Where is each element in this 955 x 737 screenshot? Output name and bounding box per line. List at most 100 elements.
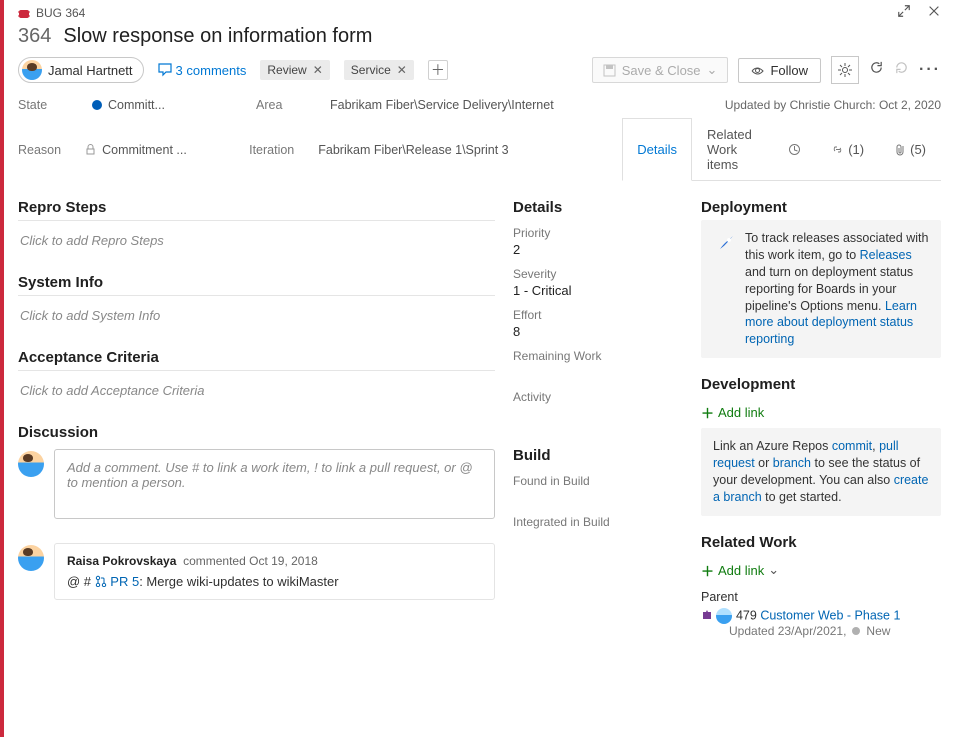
work-item-id: 364 [18, 25, 51, 48]
iteration-field[interactable]: Fabrikam Fiber\Release 1\Sprint 3 [318, 143, 598, 157]
iteration-label: Iteration [249, 143, 294, 157]
bug-icon [18, 7, 30, 19]
state-field[interactable]: Committ... [92, 98, 232, 112]
toolbar: Jamal Hartnett 3 comments Review✕ Servic… [4, 52, 955, 92]
related-add-link[interactable]: ＋Add link ⌄ [701, 561, 779, 580]
parent-link[interactable]: Customer Web - Phase 1 [760, 608, 900, 622]
found-in-build-label: Found in Build [513, 474, 683, 488]
tab-history[interactable] [773, 118, 816, 180]
column-details: Details Priority 2 Severity 1 - Critical… [513, 199, 683, 737]
details-heading: Details [513, 199, 683, 216]
acceptance-criteria-input[interactable]: Click to add Acceptance Criteria [18, 375, 495, 406]
deployment-info: To track releases associated with this w… [701, 220, 941, 358]
remaining-work-label: Remaining Work [513, 349, 683, 363]
commit-link[interactable]: commit [832, 439, 872, 453]
severity-label: Severity [513, 267, 683, 281]
effort-field[interactable]: 8 [513, 324, 683, 339]
integrated-in-build-label: Integrated in Build [513, 515, 683, 529]
comments-link[interactable]: 3 comments [158, 63, 247, 78]
comment-body: @ # PR 5: Merge wiki-updates to wikiMast… [67, 574, 482, 589]
assignee-picker[interactable]: Jamal Hartnett [18, 57, 144, 83]
dev-add-link[interactable]: ＋Add link [701, 403, 764, 422]
activity-label: Activity [513, 390, 683, 404]
gear-icon [838, 63, 852, 77]
reason-row: Reason Commitment ... Iteration Fabrikam… [4, 116, 955, 185]
system-info-input[interactable]: Click to add System Info [18, 300, 495, 331]
column-right: Deployment To track releases associated … [701, 199, 941, 737]
reason-field[interactable]: Commitment ... [85, 143, 225, 157]
rocket-icon [711, 234, 735, 258]
comment-card: Raisa Pokrovskaya commented Oct 19, 2018… [54, 543, 495, 600]
avatar [716, 608, 732, 624]
follow-button[interactable]: Follow [738, 58, 821, 83]
discussion-heading: Discussion [18, 424, 495, 441]
title-row: 364 Slow response on information form [4, 21, 955, 52]
repro-steps-input[interactable]: Click to add Repro Steps [18, 225, 495, 256]
tag-remove-icon[interactable]: ✕ [313, 63, 323, 77]
state-label: State [18, 98, 68, 112]
priority-field[interactable]: 2 [513, 242, 683, 257]
state-dot-icon [92, 100, 102, 110]
comment-author: Raisa Pokrovskaya [67, 554, 176, 568]
content-columns: Repro Steps Click to add Repro Steps Sys… [4, 185, 955, 737]
tag-remove-icon[interactable]: ✕ [397, 63, 407, 77]
state-row: State Committ... Area Fabrikam Fiber\Ser… [4, 92, 955, 116]
chevron-down-icon: ⌄ [768, 562, 779, 578]
type-label: BUG 364 [36, 6, 85, 20]
history-icon [788, 143, 801, 156]
comment-date: commented Oct 19, 2018 [183, 554, 318, 568]
work-item-form: BUG 364 364 Slow response on information… [0, 0, 955, 737]
parent-group-label: Parent [701, 590, 941, 604]
remaining-work-field[interactable] [513, 365, 683, 380]
development-info: Link an Azure Repos commit, pull request… [701, 428, 941, 516]
undo-button[interactable] [894, 60, 909, 80]
more-button[interactable]: ··· [919, 61, 941, 79]
link-icon [831, 143, 844, 156]
comment-input[interactable]: Add a comment. Use # to link a work item… [54, 449, 495, 519]
tab-related[interactable]: Related Work items [692, 118, 773, 180]
related-work-heading: Related Work [701, 534, 941, 551]
state-dot-icon [852, 627, 860, 635]
save-close-button[interactable]: Save & Close ⌄ [592, 57, 729, 83]
build-heading: Build [513, 447, 683, 464]
tag-review[interactable]: Review✕ [260, 60, 329, 80]
epic-icon [701, 608, 713, 620]
comment-icon [158, 63, 172, 77]
avatar [18, 451, 44, 477]
branch-link[interactable]: branch [773, 456, 811, 470]
repro-steps-heading: Repro Steps [18, 199, 495, 221]
avatar [22, 60, 42, 80]
parent-meta: Updated 23/Apr/2021,New [729, 624, 941, 638]
assignee-name: Jamal Hartnett [48, 63, 133, 78]
releases-link[interactable]: Releases [860, 248, 912, 262]
parent-item[interactable]: 479 Customer Web - Phase 1 [701, 608, 941, 624]
add-tag-button[interactable]: ＋ [428, 60, 448, 80]
acceptance-criteria-heading: Acceptance Criteria [18, 349, 495, 371]
updated-by: Updated by Christie Church: Oct 2, 2020 [725, 98, 941, 112]
pr-icon [95, 575, 107, 587]
tag-service[interactable]: Service✕ [344, 60, 414, 80]
tab-details[interactable]: Details [622, 118, 692, 181]
chevron-down-icon: ⌄ [707, 62, 718, 78]
found-in-build-field[interactable] [513, 490, 683, 505]
save-icon [603, 64, 616, 77]
lock-icon [85, 144, 96, 155]
expand-icon[interactable] [897, 4, 911, 21]
pr-link[interactable]: PR 5 [110, 574, 139, 589]
area-field[interactable]: Fabrikam Fiber\Service Delivery\Internet [330, 98, 610, 112]
work-item-title[interactable]: Slow response on information form [63, 25, 372, 48]
severity-field[interactable]: 1 - Critical [513, 283, 683, 298]
column-left: Repro Steps Click to add Repro Steps Sys… [18, 199, 495, 737]
tab-bar: Details Related Work items (1) (5) [622, 118, 941, 181]
refresh-button[interactable] [869, 60, 884, 80]
activity-field[interactable] [513, 406, 683, 421]
priority-label: Priority [513, 226, 683, 240]
development-heading: Development [701, 376, 941, 393]
system-info-heading: System Info [18, 274, 495, 296]
tab-links[interactable]: (1) [816, 118, 879, 180]
settings-button[interactable] [831, 56, 859, 84]
deployment-heading: Deployment [701, 199, 941, 216]
attachment-icon [894, 143, 906, 156]
close-icon[interactable] [927, 4, 941, 21]
tab-attachments[interactable]: (5) [879, 118, 941, 180]
